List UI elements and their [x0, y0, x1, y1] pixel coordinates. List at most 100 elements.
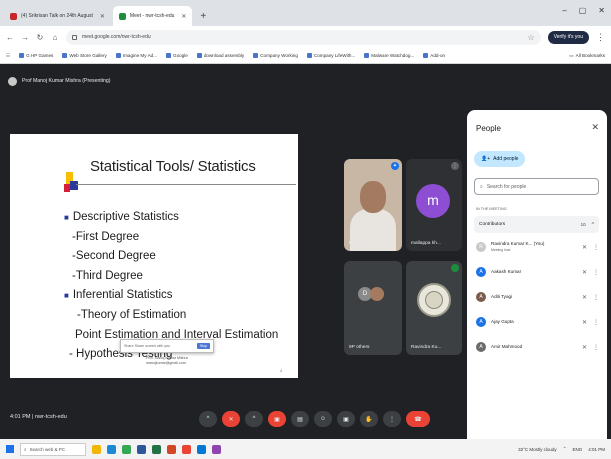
youtube-favicon-icon — [10, 12, 17, 20]
slide-line: -Second Degree — [72, 250, 156, 263]
speaking-indicator-icon: ⋮ — [451, 162, 459, 170]
browser-tab-active[interactable]: Meet - nwr-tcsh-edu ✕ — [112, 6, 193, 26]
bookmark-icon — [19, 53, 25, 58]
apps-icon[interactable]: ☷ — [6, 53, 10, 59]
more-options-icon[interactable]: ⋮ — [592, 294, 600, 301]
taskbar-clock[interactable]: 4:01 PM — [588, 447, 605, 452]
raise-hand-icon[interactable]: ✋ — [360, 411, 378, 427]
mic-off-icon[interactable]: ✕ — [582, 294, 587, 301]
back-icon[interactable]: ← — [6, 33, 14, 42]
present-screen-icon[interactable]: ▣ — [337, 411, 355, 427]
more-options-icon[interactable]: ⋮ — [592, 244, 600, 251]
folder-icon: ▭ — [569, 52, 574, 58]
bookmark-icon — [364, 53, 370, 58]
meet-favicon-icon — [118, 12, 126, 20]
edge-icon[interactable] — [107, 444, 116, 454]
pin-icon: ✦ — [391, 162, 399, 170]
windows-start-icon[interactable] — [6, 445, 14, 453]
weather-text[interactable]: 32°C Mostly cloudy — [518, 447, 557, 452]
others-label: 9P others — [349, 345, 370, 350]
forward-icon[interactable]: → — [21, 33, 29, 42]
participant-tile[interactable]: ✦ Prof Manoj Ku... — [344, 159, 402, 251]
profile-button[interactable]: Verify it's you — [547, 30, 589, 44]
people-search-input[interactable]: ⌕ Search for people — [474, 178, 599, 195]
emoji-icon[interactable]: ☺ — [314, 411, 332, 427]
presenter-banner: Prof Manoj Kumar Mishra (Presenting) — [8, 74, 111, 88]
close-window-button[interactable]: ✕ — [598, 6, 605, 15]
bookmark-item[interactable]: Imagine My Ad... — [115, 53, 157, 58]
bookmark-item[interactable]: Web Store Gallery — [62, 53, 107, 58]
video-options-button[interactable]: ^ — [245, 411, 263, 427]
add-people-label: Add people — [493, 156, 519, 162]
audio-options-button[interactable]: ^ — [199, 411, 217, 427]
others-tile[interactable]: D 9P others — [344, 261, 402, 355]
captions-icon[interactable]: ▤ — [291, 411, 309, 427]
mic-off-icon[interactable]: ✕ — [222, 411, 240, 427]
powerpoint-icon[interactable] — [167, 444, 176, 454]
bookmark-item[interactable]: download assembly — [196, 53, 244, 58]
store-icon[interactable] — [197, 444, 206, 454]
bookmark-star-icon[interactable]: ☆ — [528, 33, 535, 42]
more-options-icon[interactable]: ⋮ — [592, 269, 600, 276]
slide-decoration-blue — [70, 181, 78, 190]
more-options-icon[interactable]: ⋮ — [383, 411, 401, 427]
participant-avatar: R — [476, 242, 486, 252]
stop-sharing-button[interactable]: Stop — [196, 343, 210, 349]
all-bookmarks-button[interactable]: ▭ All Bookmarks — [569, 53, 605, 59]
language-indicator[interactable]: ENG — [572, 447, 582, 452]
participant-avatar-photo — [370, 287, 384, 301]
close-tab-icon[interactable]: ✕ — [181, 13, 186, 20]
participant-row[interactable]: A Amir Mahmood ✕ ⋮ — [476, 337, 600, 357]
network-icon[interactable]: ⌃ — [563, 446, 567, 452]
share-tooltip: Share Share screen with you Stop — [120, 339, 214, 353]
participant-tile[interactable]: Ravindra Ku... — [406, 261, 462, 355]
word-icon[interactable] — [137, 444, 146, 454]
taskbar-search-input[interactable]: ⌕ Search web & PC — [20, 442, 86, 456]
more-options-icon[interactable]: ⋮ — [592, 344, 600, 351]
contributors-group[interactable]: Contributors 10 ^ — [474, 216, 599, 233]
reload-icon[interactable]: ↻ — [36, 33, 44, 42]
participant-row[interactable]: A Aakash Kumar ✕ ⋮ — [476, 262, 600, 282]
mic-off-icon[interactable]: ✕ — [582, 319, 587, 326]
url-input[interactable]: meet.google.com/nwr-tcsh-edu ☆ — [66, 29, 541, 45]
new-tab-button[interactable]: + — [194, 11, 212, 26]
bookmark-item[interactable]: Google — [166, 53, 188, 58]
close-tab-icon[interactable]: ✕ — [100, 13, 105, 20]
add-people-button[interactable]: 👤+ Add people — [474, 151, 526, 167]
bookmark-item[interactable]: Company Working — [253, 53, 298, 58]
maximize-button[interactable]: ▢ — [579, 6, 587, 15]
bookmark-icon — [253, 53, 259, 58]
more-options-icon[interactable]: ⋮ — [592, 319, 600, 326]
bookmark-item[interactable]: Company LifeWith... — [306, 53, 355, 58]
camera-off-icon[interactable]: ▣ — [268, 411, 286, 427]
participant-row[interactable]: R Ravindra Kumar K... (You) Meeting host… — [476, 237, 600, 257]
presenter-label: Prof Manoj Kumar Mishra (Presenting) — [22, 78, 111, 84]
participant-name: Ravindra Ku... — [411, 345, 442, 350]
mic-off-icon[interactable]: ✕ — [582, 244, 587, 251]
bookmark-icon — [196, 53, 202, 58]
participant-avatar: A — [476, 317, 486, 327]
bookmark-item[interactable]: Add-on — [423, 53, 445, 58]
minimize-button[interactable]: – — [562, 6, 566, 15]
browser-menu-icon[interactable]: ⋮ — [596, 32, 605, 43]
file-explorer-icon[interactable] — [92, 444, 101, 454]
participant-row[interactable]: A Aditi Tyagi ✕ ⋮ — [476, 287, 600, 307]
participant-tile[interactable]: m ⋮ mallappa kh... — [406, 159, 462, 251]
close-icon[interactable]: ✕ — [591, 122, 599, 133]
participant-row[interactable]: A Ajay Gupta ✕ ⋮ — [476, 312, 600, 332]
home-icon[interactable]: ⌂ — [51, 33, 59, 42]
bookmark-item[interactable]: Malware Watchdog... — [364, 53, 414, 58]
mic-off-icon[interactable]: ✕ — [582, 344, 587, 351]
mic-off-icon[interactable]: ✕ — [582, 269, 587, 276]
chrome-icon[interactable] — [182, 444, 191, 454]
bullet-icon: ■ — [64, 213, 69, 222]
end-call-button[interactable]: ☎ — [406, 411, 430, 427]
app-icon[interactable] — [212, 444, 221, 454]
browser-tab[interactable]: (4) Srikrisan Talk on 24th August ✕ — [4, 6, 111, 26]
chrome-icon[interactable] — [122, 444, 131, 454]
bookmark-item[interactable]: G HP Games — [19, 53, 53, 58]
excel-icon[interactable] — [152, 444, 161, 454]
participant-avatar: A — [476, 267, 486, 277]
slide-title: Statistical Tools/ Statistics — [90, 158, 256, 175]
bookmark-icon — [306, 53, 312, 58]
